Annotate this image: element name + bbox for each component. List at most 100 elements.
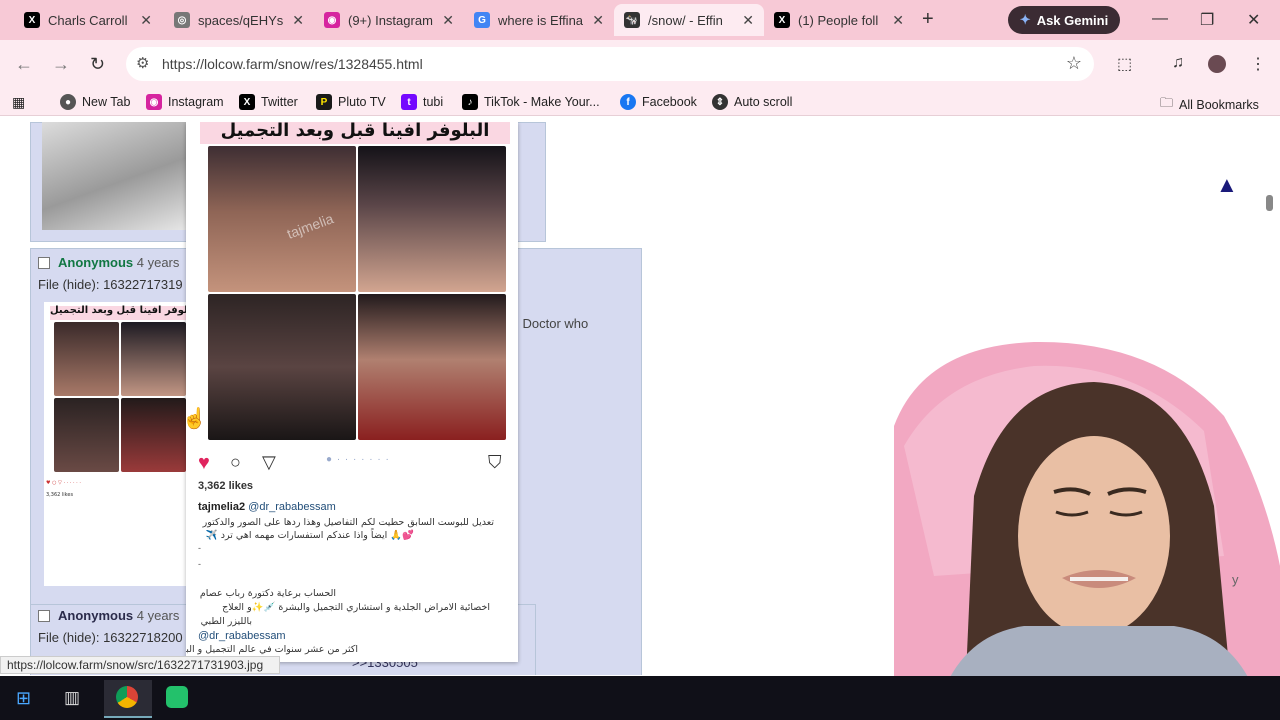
poster-name: Anonymous bbox=[58, 255, 134, 270]
bookmark-label: Instagram bbox=[168, 95, 224, 109]
apps-grid-icon[interactable]: ▦ bbox=[12, 94, 25, 111]
new-tab-button[interactable]: + bbox=[922, 8, 934, 31]
bookmark-label: Auto scroll bbox=[734, 95, 793, 109]
windows-start-icon[interactable]: ⊞ bbox=[16, 688, 31, 709]
hide-link[interactable]: (hide): bbox=[63, 277, 100, 292]
x-icon: X bbox=[774, 12, 790, 28]
forward-button[interactable]: → bbox=[52, 54, 70, 75]
tab-instagram[interactable]: ◉ (9+) Instagram ✕ bbox=[314, 4, 464, 36]
bookmark-tubi[interactable]: t tubi bbox=[401, 94, 443, 110]
gemini-label: Ask Gemini bbox=[1036, 12, 1109, 28]
mouse-cursor-icon: ☝ bbox=[182, 408, 207, 430]
carousel-dots: ● · · · · · · · bbox=[326, 454, 390, 465]
post-image-thumbnail[interactable] bbox=[42, 122, 186, 230]
instagram-icon: ◉ bbox=[146, 94, 162, 110]
post-select-checkbox[interactable] bbox=[38, 257, 50, 269]
address-bar[interactable]: ⚙ https://lolcow.farm/snow/res/1328455.h… bbox=[126, 47, 1094, 81]
close-window-button[interactable]: ✕ bbox=[1247, 10, 1260, 30]
minimize-button[interactable]: — bbox=[1152, 10, 1168, 28]
site-info-icon[interactable]: ⚙ bbox=[136, 54, 149, 72]
tab-snow-active[interactable]: 🐄 /snow/ - Effin ✕ bbox=[614, 4, 764, 36]
tab-charls-carroll[interactable]: X Charls Carroll ✕ bbox=[14, 4, 162, 36]
bookmark-label: tubi bbox=[423, 95, 444, 109]
tab-title: /snow/ - Effin bbox=[648, 12, 723, 28]
tab-google[interactable]: G where is Effina ✕ bbox=[464, 4, 614, 36]
tab-people-following[interactable]: X (1) People foll ✕ bbox=[764, 4, 914, 36]
caption-dash-2: - bbox=[198, 559, 201, 569]
file-name-link[interactable]: 16322718200 bbox=[103, 630, 183, 645]
username: tajmelia2 bbox=[198, 501, 246, 513]
bookmark-label: New Tab bbox=[82, 95, 131, 109]
extensions-icon[interactable]: ⬚ bbox=[1117, 54, 1132, 74]
tubi-icon: t bbox=[401, 94, 417, 110]
x-icon: X bbox=[24, 12, 40, 28]
bookmark-facebook[interactable]: f Facebook bbox=[620, 94, 697, 110]
scroll-to-top-arrow[interactable]: ▲ bbox=[1216, 172, 1238, 198]
thumb-title: البلوفر افينا قبل وبعد التجميل bbox=[50, 305, 186, 316]
save-bookmark-icon[interactable]: ⛉ bbox=[488, 452, 502, 473]
bookmark-new-tab[interactable]: ● New Tab bbox=[60, 94, 130, 110]
app-taskbar-icon[interactable] bbox=[166, 686, 188, 708]
hide-link[interactable]: (hide): bbox=[63, 630, 100, 645]
specialty-line: اخصائية الامراض الجلدية و استشاري التجمي… bbox=[222, 602, 490, 613]
autoscroll-icon: ⇕ bbox=[712, 94, 728, 110]
media-control-icon[interactable]: ♫ bbox=[1172, 54, 1184, 72]
thumb-collage bbox=[54, 322, 186, 472]
tab-title: Charls Carroll bbox=[48, 12, 128, 28]
tiktok-icon: ♪ bbox=[462, 94, 478, 110]
close-icon[interactable]: ✕ bbox=[742, 12, 754, 29]
post-image-thumbnail[interactable]: البلوفر افينا قبل وبعد التجميل ♥ ○ ▽ · ·… bbox=[44, 302, 186, 586]
tab-strip: X Charls Carroll ✕ ◎ spaces/qEHYs ✕ ◉ (9… bbox=[0, 0, 1280, 40]
menu-icon[interactable]: ⋮ bbox=[1250, 54, 1266, 74]
pluto-icon: P bbox=[316, 94, 332, 110]
close-icon[interactable]: ✕ bbox=[592, 12, 604, 29]
comment-icon[interactable]: ○ bbox=[230, 452, 241, 473]
experience-line: اكثر من عشر سنوات في عالم التجميل و البش… bbox=[186, 644, 358, 655]
windows-taskbar: ⊞ ▥ bbox=[0, 676, 1280, 720]
bookmark-label: TikTok - Make Your... bbox=[484, 95, 600, 109]
url-text: https://lolcow.farm/snow/res/1328455.htm… bbox=[162, 56, 423, 72]
folder-icon: 🗀 bbox=[1160, 95, 1174, 110]
close-icon[interactable]: ✕ bbox=[892, 12, 904, 29]
gemini-sparkle-icon: ✦ bbox=[1019, 12, 1031, 27]
globe-icon: ◎ bbox=[174, 12, 190, 28]
scrollbar-thumb[interactable] bbox=[1266, 195, 1273, 211]
share-icon[interactable]: ▽ bbox=[262, 452, 276, 473]
all-bookmarks-label: All Bookmarks bbox=[1179, 98, 1259, 112]
preview-title: البلوفر افينا قبل وبعد التجميل bbox=[220, 122, 490, 141]
close-icon[interactable]: ✕ bbox=[140, 12, 152, 29]
file-name-link[interactable]: 16322717319 bbox=[103, 277, 183, 292]
laser-line: بالليزر الطبي bbox=[200, 616, 252, 627]
bookmark-auto-scroll[interactable]: ⇕ Auto scroll bbox=[712, 94, 792, 110]
bookmark-pluto-tv[interactable]: P Pluto TV bbox=[316, 94, 386, 110]
tab-spaces[interactable]: ◎ spaces/qEHYs ✕ bbox=[164, 4, 314, 36]
bookmark-star-icon[interactable]: ☆ bbox=[1066, 53, 1082, 74]
image-hover-preview: البلوفر افينا قبل وبعد التجميل tajmelia … bbox=[186, 122, 518, 662]
streamer-webcam-image bbox=[894, 336, 1280, 720]
back-button[interactable]: ← bbox=[15, 54, 33, 75]
tab-title: spaces/qEHYs bbox=[198, 12, 284, 28]
bookmark-twitter[interactable]: X Twitter bbox=[239, 94, 298, 110]
profile-avatar-icon[interactable] bbox=[1208, 55, 1226, 73]
thumb-caption: ♥ ○ ▽ · · · · · · bbox=[46, 480, 81, 486]
all-bookmarks-button[interactable]: 🗀 All Bookmarks bbox=[1160, 94, 1259, 116]
doctor-handle: @dr_rababessam bbox=[198, 630, 286, 642]
reload-button[interactable]: ↻ bbox=[90, 54, 105, 75]
task-view-icon[interactable]: ▥ bbox=[64, 688, 80, 708]
post-body-text: l Doctor who bbox=[516, 316, 589, 331]
preview-photo-collage bbox=[208, 146, 506, 440]
ask-gemini-button[interactable]: ✦ Ask Gemini bbox=[1008, 6, 1120, 34]
poster-name: Anonymous bbox=[58, 608, 134, 623]
likes-count: 3,362 likes bbox=[198, 480, 254, 492]
bookmark-instagram[interactable]: ◉ Instagram bbox=[146, 94, 224, 110]
post-select-checkbox[interactable] bbox=[38, 610, 50, 622]
close-icon[interactable]: ✕ bbox=[292, 12, 304, 29]
post-header: Anonymous 4 years bbox=[38, 608, 179, 623]
bookmark-tiktok[interactable]: ♪ TikTok - Make Your... bbox=[462, 94, 600, 110]
restore-button[interactable]: ❐ bbox=[1200, 10, 1214, 30]
close-icon[interactable]: ✕ bbox=[442, 12, 454, 29]
post-age: 4 years bbox=[136, 255, 180, 270]
tab-title: (9+) Instagram bbox=[348, 12, 433, 28]
like-heart-icon[interactable]: ♥ bbox=[198, 452, 210, 475]
webcam-overlay: y bbox=[894, 336, 1280, 720]
